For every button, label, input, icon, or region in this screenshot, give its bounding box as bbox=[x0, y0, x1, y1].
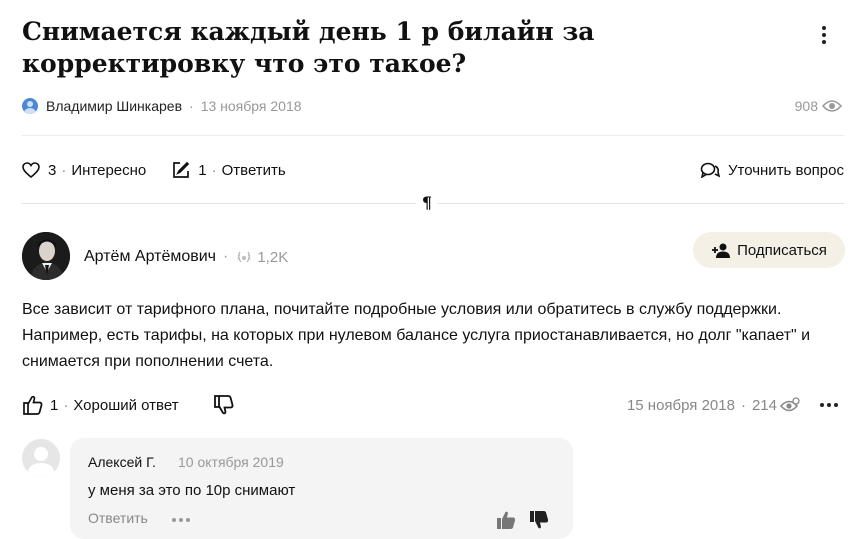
answer-views-count: 214 bbox=[751, 396, 777, 414]
comment-author[interactable]: Алексей Г. bbox=[88, 454, 156, 470]
likes-count: 1 bbox=[50, 396, 59, 414]
more-menu-icon[interactable] bbox=[814, 26, 834, 50]
thumbs-down-icon bbox=[213, 395, 234, 415]
comment-text: у меня за это по 10р снимают bbox=[88, 482, 296, 499]
answer-label: Ответить bbox=[221, 161, 286, 179]
edit-icon bbox=[173, 161, 190, 178]
question-views: 908 bbox=[795, 96, 842, 116]
thumbs-down-icon[interactable] bbox=[528, 510, 550, 530]
interesting-count: 3 bbox=[48, 161, 57, 179]
answer-author-avatar[interactable] bbox=[22, 232, 70, 280]
answer-more-icon[interactable] bbox=[820, 403, 838, 407]
question-date: 13 ноября 2018 bbox=[200, 98, 302, 114]
heart-icon bbox=[22, 162, 40, 178]
subscribe-label: Подписаться bbox=[737, 241, 827, 259]
eye-icon bbox=[822, 100, 842, 112]
default-avatar-icon bbox=[22, 439, 60, 477]
separator-line bbox=[22, 135, 844, 136]
comment-date: 10 октября 2019 bbox=[178, 454, 284, 470]
thumbs-up-icon[interactable] bbox=[495, 510, 517, 530]
question-title: Снимается каждый день 1 р билайн за корр… bbox=[22, 17, 595, 78]
add-user-icon bbox=[712, 243, 731, 258]
chat-icon bbox=[700, 162, 720, 178]
good-answer-label: Хороший ответ bbox=[73, 396, 179, 414]
answer-text: Все зависит от тарифного плана, почитайт… bbox=[22, 301, 811, 370]
thumbs-up-icon bbox=[23, 395, 43, 415]
answer-meta: 15 ноября 2018 · 214 bbox=[627, 392, 838, 418]
question-meta: Владимир Шинкарев · 13 ноября 2018 bbox=[22, 96, 302, 116]
clarify-label: Уточнить вопрос bbox=[727, 161, 844, 179]
question-author-link[interactable]: Владимир Шинкарев bbox=[46, 98, 182, 114]
pilcrow-icon: ¶ bbox=[416, 195, 438, 211]
dislike-button[interactable] bbox=[213, 394, 235, 416]
author-rating: 1,2K bbox=[235, 249, 288, 266]
comment-more-icon[interactable] bbox=[172, 518, 190, 522]
interesting-label: Интересно bbox=[71, 161, 147, 179]
user-icon bbox=[22, 98, 38, 114]
comment-author-avatar[interactable] bbox=[22, 439, 60, 477]
views-count: 908 bbox=[794, 98, 818, 114]
question-actions: 3 · Интересно 1 · Ответить bbox=[22, 158, 312, 182]
like-button[interactable]: 1 · Хороший ответ bbox=[22, 394, 179, 416]
laurel-icon bbox=[237, 251, 251, 263]
answer-button[interactable]: 1 · Ответить bbox=[172, 161, 286, 179]
interesting-button[interactable]: 3 · Интересно bbox=[22, 162, 146, 179]
eye-icon bbox=[780, 397, 800, 412]
answer-actions: 1 · Хороший ответ bbox=[22, 392, 235, 418]
answer-author-name[interactable]: Артём Артёмович bbox=[84, 248, 216, 266]
answer-date: 15 ноября 2018 bbox=[626, 396, 735, 414]
comment: Алексей Г. 10 октября 2019 у меня за это… bbox=[70, 438, 573, 539]
comment-reply-button[interactable]: Ответить bbox=[88, 510, 148, 526]
answer-author-row: Артём Артёмович · 1,2K bbox=[84, 248, 289, 266]
rating-value: 1,2K bbox=[257, 248, 289, 266]
subscribe-button[interactable]: Подписаться bbox=[693, 232, 845, 268]
answers-count: 1 bbox=[198, 161, 207, 179]
clarify-question-button[interactable]: Уточнить вопрос bbox=[700, 158, 844, 182]
avatar-image bbox=[22, 232, 70, 280]
